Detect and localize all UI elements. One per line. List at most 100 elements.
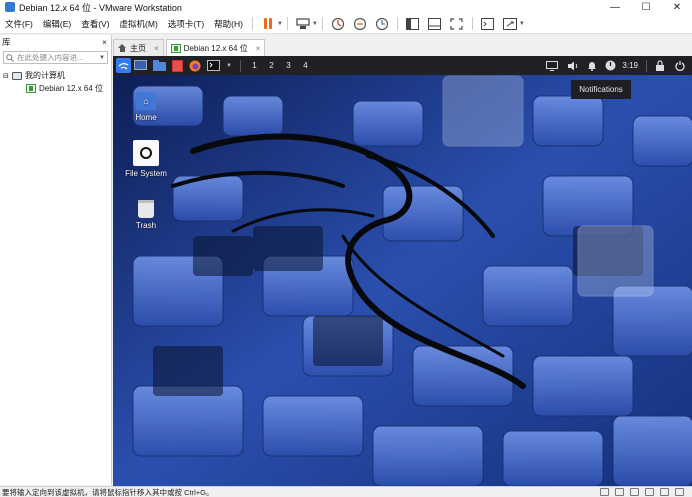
hdd-icon[interactable] xyxy=(600,488,609,496)
text-editor-button[interactable] xyxy=(172,58,183,74)
library-search-input[interactable]: 在此处键入内容进... ▼ xyxy=(3,51,108,64)
bell-icon xyxy=(588,62,597,71)
revert-snapshot-button[interactable] xyxy=(352,16,368,32)
snapshot-manager-icon xyxy=(375,17,388,30)
tree-item-label: 我的计算机 xyxy=(25,71,65,80)
menu-vm[interactable]: 虚拟机(M) xyxy=(115,18,163,30)
desktop-icon xyxy=(134,60,147,70)
volume-tray-button[interactable] xyxy=(567,58,579,74)
tab-label: Debian 12.x 64 位 xyxy=(183,43,248,53)
panel-separator xyxy=(239,59,241,72)
workspace-4[interactable]: 4 xyxy=(297,61,314,70)
pause-icon xyxy=(263,18,272,29)
xfce-top-panel: ▼ 1 2 3 4 3:19 xyxy=(113,56,692,75)
folder-icon xyxy=(153,60,166,71)
close-button[interactable]: ✕ xyxy=(662,0,692,14)
tab-close-button[interactable]: × xyxy=(154,44,159,53)
search-icon xyxy=(6,53,14,62)
pause-button[interactable] xyxy=(260,16,276,32)
menu-edit[interactable]: 编辑(E) xyxy=(38,18,76,30)
menu-bar: 文件(F) 编辑(E) 查看(V) 虚拟机(M) 选项卡(T) 帮助(H) ▼ … xyxy=(0,14,692,34)
desktop-icon-file-system[interactable]: File System xyxy=(119,140,173,178)
library-header: 库 × xyxy=(0,35,111,49)
console-view-button[interactable] xyxy=(480,16,496,32)
send-keys-dropdown-icon[interactable]: ▼ xyxy=(312,21,318,27)
tab-debian[interactable]: Debian 12.x 64 位 × xyxy=(165,39,266,56)
thumbnail-view-button[interactable] xyxy=(427,16,443,32)
desktop-icon-label: Trash xyxy=(135,221,157,230)
power-icon xyxy=(675,61,685,71)
thumbnail-view-icon xyxy=(428,17,442,30)
kali-wallpaper xyxy=(113,56,692,486)
vm-tree: ⊟ 我的计算机 Debian 12.x 64 位 xyxy=(0,69,111,95)
workspace-2[interactable]: 2 xyxy=(263,61,280,70)
trash-icon xyxy=(138,200,154,218)
terminal-icon xyxy=(207,60,220,71)
panel-separator xyxy=(646,59,647,72)
file-manager-button[interactable] xyxy=(153,58,166,74)
panel-clock[interactable]: 3:19 xyxy=(622,58,638,74)
toolbar-separator xyxy=(251,17,253,30)
library-close-button[interactable]: × xyxy=(102,37,107,47)
menu-help[interactable]: 帮助(H) xyxy=(209,18,248,30)
home-folder-icon: ⌂ xyxy=(136,92,156,110)
notifications-tray-button[interactable] xyxy=(587,58,597,74)
kali-dragon-icon xyxy=(118,62,129,70)
sound-card-icon[interactable] xyxy=(660,488,669,496)
display-icon[interactable] xyxy=(675,488,684,496)
stretch-button[interactable] xyxy=(502,16,518,32)
tab-home[interactable]: 主页 × xyxy=(113,39,164,56)
vm-running-icon xyxy=(26,84,36,93)
stretch-icon xyxy=(502,17,517,30)
show-desktop-button[interactable] xyxy=(134,58,147,74)
cdrom-icon[interactable] xyxy=(615,488,624,496)
menu-view[interactable]: 查看(V) xyxy=(76,18,114,30)
toolbar-separator xyxy=(321,17,323,30)
desktop-icon-home[interactable]: ⌂ Home xyxy=(119,92,173,122)
workspace-1[interactable]: 1 xyxy=(246,61,263,70)
tab-close-button[interactable]: × xyxy=(256,44,261,53)
power-manager-tray-button[interactable] xyxy=(605,58,616,74)
vm-display[interactable]: ▼ 1 2 3 4 3:19 Notifications ⌂ Home File… xyxy=(113,56,692,486)
firefox-button[interactable] xyxy=(189,58,201,74)
fullscreen-button[interactable] xyxy=(449,16,465,32)
tree-item-my-computer[interactable]: ⊟ 我的计算机 xyxy=(0,69,111,82)
power-menu-button[interactable] xyxy=(675,58,685,74)
kali-menu-button[interactable] xyxy=(116,58,131,73)
send-keys-button[interactable] xyxy=(295,16,311,32)
drive-icon xyxy=(133,140,159,166)
pause-dropdown-icon[interactable]: ▼ xyxy=(277,21,283,27)
speaker-icon xyxy=(568,61,578,70)
tree-item-label: Debian 12.x 64 位 xyxy=(39,84,104,93)
display-tray-button[interactable] xyxy=(546,58,559,74)
launcher-dropdown-icon[interactable]: ▼ xyxy=(226,58,232,74)
minimize-button[interactable]: — xyxy=(600,0,630,14)
lock-screen-button[interactable] xyxy=(655,58,665,74)
revert-snapshot-icon xyxy=(353,17,366,30)
notifications-tooltip: Notifications xyxy=(571,80,631,99)
network-adapter-icon[interactable] xyxy=(630,488,639,496)
snapshot-manager-button[interactable] xyxy=(374,16,390,32)
usb-icon[interactable] xyxy=(645,488,654,496)
search-dropdown-icon[interactable]: ▼ xyxy=(99,55,105,61)
show-library-button[interactable] xyxy=(405,16,421,32)
toolbar-separator xyxy=(286,17,288,30)
snapshot-button[interactable] xyxy=(330,16,346,32)
window-title: Debian 12.x 64 位 - VMware Workstation xyxy=(19,2,182,13)
text-editor-icon xyxy=(172,59,183,72)
maximize-button[interactable]: ☐ xyxy=(631,0,661,14)
toolbar-separator xyxy=(396,17,398,30)
stretch-dropdown-icon[interactable]: ▼ xyxy=(519,21,525,27)
terminal-button[interactable] xyxy=(207,58,220,74)
desktop-icon-trash[interactable]: Trash xyxy=(119,200,173,230)
tree-item-debian[interactable]: Debian 12.x 64 位 xyxy=(0,82,111,95)
menu-tabs[interactable]: 选项卡(T) xyxy=(163,18,209,30)
status-message: 要将输入定向到该虚拟机，请将鼠标指针移入其中或按 Ctrl+G。 xyxy=(2,487,214,497)
collapse-icon[interactable]: ⊟ xyxy=(3,72,12,80)
vm-running-icon xyxy=(170,43,181,53)
library-view-icon xyxy=(406,17,420,30)
device-status-icons xyxy=(600,488,684,496)
title-bar: Debian 12.x 64 位 - VMware Workstation — … xyxy=(0,0,692,14)
workspace-3[interactable]: 3 xyxy=(280,61,297,70)
menu-file[interactable]: 文件(F) xyxy=(0,18,38,30)
